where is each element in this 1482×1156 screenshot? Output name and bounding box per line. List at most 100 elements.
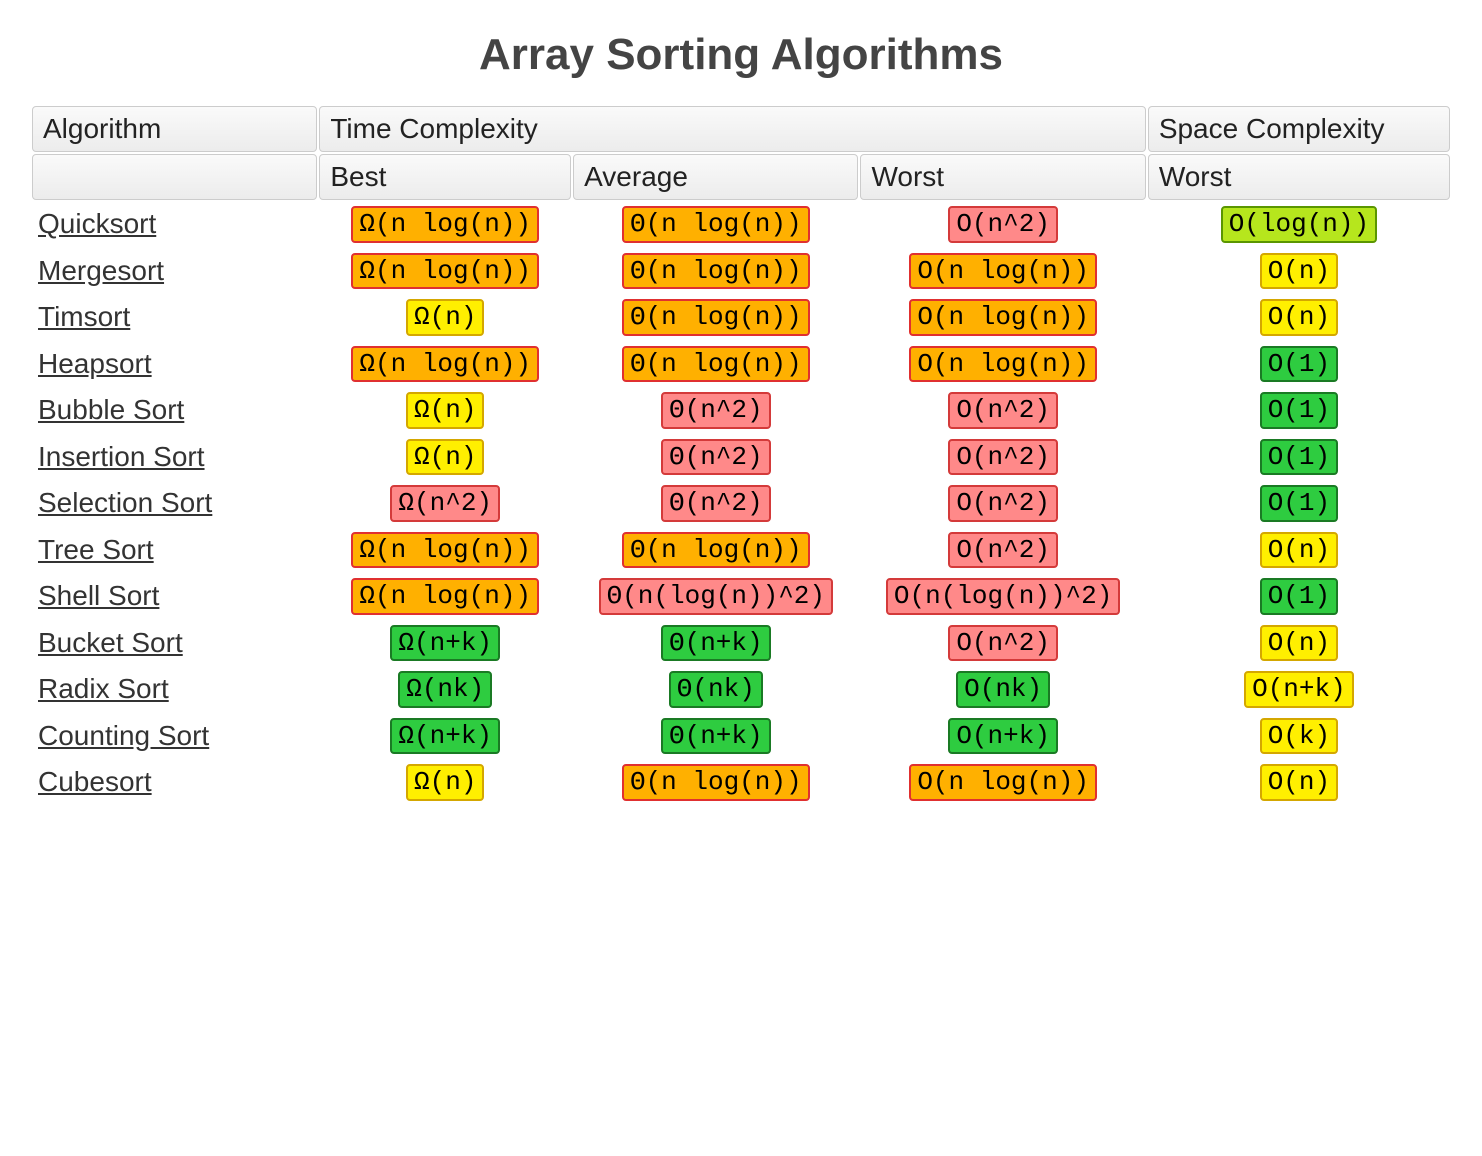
average-cell: Θ(n log(n)) [573,249,858,294]
algorithm-link[interactable]: Heapsort [38,348,152,379]
space-cell: O(1) [1148,342,1450,387]
complexity-tag: Ω(n) [406,439,484,476]
table-row: TimsortΩ(n)Θ(n log(n))O(n log(n))O(n) [32,295,1450,340]
complexity-tag: O(1) [1260,439,1338,476]
algorithm-link[interactable]: Counting Sort [38,720,209,751]
best-cell: Ω(n log(n)) [319,249,571,294]
table-row: Bubble Sort Ω(n) Θ(n^2) O(n^2) O(1) [32,388,1450,433]
space-cell: O(1) [1148,388,1450,433]
header-empty [32,154,317,200]
complexity-tag: O(n+k) [1244,671,1354,708]
complexity-tag: Ω(n log(n)) [351,346,539,383]
algorithm-link[interactable]: Mergesort [38,255,164,286]
algorithm-link[interactable]: Tree Sort [38,534,154,565]
table-row: Cubesort Ω(n) Θ(n log(n)) O(n log(n)) O(n) [32,760,1450,805]
algorithm-link[interactable]: Timsort [38,301,130,332]
header-worst-space: Worst [1148,154,1450,200]
table-row: Insertion SortΩ(n)Θ(n^2)O(n^2)O(1) [32,435,1450,480]
worst-cell: O(n log(n)) [860,249,1145,294]
sorting-algorithms-table: Algorithm Time Complexity Space Complexi… [30,104,1452,807]
algorithm-cell: Cubesort [32,760,317,805]
header-time-complexity: Time Complexity [319,106,1145,152]
algorithm-link[interactable]: Bubble Sort [38,394,184,425]
complexity-tag: Ω(n^2) [390,485,500,522]
space-cell: O(n) [1148,295,1450,340]
complexity-tag: Θ(n+k) [661,718,771,755]
average-cell: Θ(n^2) [573,435,858,480]
best-cell: Ω(n) [319,760,571,805]
algorithm-link[interactable]: Selection Sort [38,487,212,518]
complexity-tag: Θ(n log(n)) [622,346,810,383]
complexity-tag: O(n log(n)) [909,764,1097,801]
best-cell: Ω(n) [319,435,571,480]
best-cell: Ω(n^2) [319,481,571,526]
algorithm-cell: Bucket Sort [32,621,317,666]
complexity-tag: Θ(nk) [669,671,763,708]
complexity-tag: Θ(n log(n)) [622,764,810,801]
algorithm-link[interactable]: Insertion Sort [38,441,205,472]
best-cell: Ω(n log(n)) [319,574,571,619]
table-row: Selection SortΩ(n^2)Θ(n^2)O(n^2)O(1) [32,481,1450,526]
complexity-tag: O(n^2) [948,485,1058,522]
complexity-tag: Ω(n log(n)) [351,578,539,615]
algorithm-link[interactable]: Bucket Sort [38,627,183,658]
complexity-tag: Θ(n^2) [661,392,771,429]
header-space-complexity: Space Complexity [1148,106,1450,152]
header-average: Average [573,154,858,200]
complexity-tag: O(n^2) [948,206,1058,243]
complexity-tag: Θ(n+k) [661,625,771,662]
worst-cell: O(n+k) [860,714,1145,759]
complexity-tag: O(n^2) [948,532,1058,569]
complexity-tag: Θ(n(log(n))^2) [599,578,833,615]
header-algorithm: Algorithm [32,106,317,152]
table-row: Mergesort Ω(n log(n)) Θ(n log(n)) O(n log(n… [32,249,1450,294]
worst-cell: O(n log(n)) [860,342,1145,387]
complexity-tag: O(log(n)) [1221,206,1377,243]
page-title: Array Sorting Algorithms [30,30,1452,80]
worst-cell: O(n^2) [860,621,1145,666]
algorithm-cell: Mergesort [32,249,317,294]
best-cell: Ω(n log(n)) [319,342,571,387]
complexity-tag: Θ(n log(n)) [622,253,810,290]
algorithm-cell: Heapsort [32,342,317,387]
worst-cell: O(n^2) [860,528,1145,573]
best-cell: Ω(n) [319,295,571,340]
complexity-tag: O(n+k) [948,718,1058,755]
algorithm-cell: Radix Sort [32,667,317,712]
worst-cell: O(n^2) [860,202,1145,247]
complexity-tag: Ω(n log(n)) [351,253,539,290]
algorithm-link[interactable]: Shell Sort [38,580,159,611]
average-cell: Θ(n+k) [573,621,858,666]
worst-cell: O(n log(n)) [860,295,1145,340]
complexity-tag: O(n^2) [948,392,1058,429]
space-cell: O(log(n)) [1148,202,1450,247]
best-cell: Ω(n) [319,388,571,433]
worst-cell: O(n^2) [860,388,1145,433]
algorithm-link[interactable]: Radix Sort [38,673,169,704]
table-row: Tree SortΩ(n log(n))Θ(n log(n))O(n^2)O(n… [32,528,1450,573]
complexity-tag: O(k) [1260,718,1338,755]
space-cell: O(n) [1148,760,1450,805]
complexity-tag: O(nk) [956,671,1050,708]
header-row-2: Best Average Worst Worst [32,154,1450,200]
average-cell: Θ(n(log(n))^2) [573,574,858,619]
complexity-tag: Ω(n+k) [390,718,500,755]
average-cell: Θ(n log(n)) [573,202,858,247]
complexity-tag: Ω(n log(n)) [351,206,539,243]
table-row: Bucket SortΩ(n+k)Θ(n+k)O(n^2)O(n) [32,621,1450,666]
complexity-tag: O(n^2) [948,625,1058,662]
algorithm-cell: Insertion Sort [32,435,317,480]
worst-cell: O(n^2) [860,481,1145,526]
complexity-tag: O(n log(n)) [909,346,1097,383]
best-cell: Ω(n log(n)) [319,202,571,247]
average-cell: Θ(n log(n)) [573,760,858,805]
complexity-tag: O(n log(n)) [909,299,1097,336]
algorithm-link[interactable]: Cubesort [38,766,152,797]
complexity-tag: Θ(n^2) [661,485,771,522]
complexity-tag: O(1) [1260,392,1338,429]
complexity-tag: O(n(log(n))^2) [886,578,1120,615]
complexity-tag: O(1) [1260,346,1338,383]
algorithm-link[interactable]: Quicksort [38,208,156,239]
algorithm-cell: Bubble Sort [32,388,317,433]
complexity-tag: O(n) [1260,299,1338,336]
